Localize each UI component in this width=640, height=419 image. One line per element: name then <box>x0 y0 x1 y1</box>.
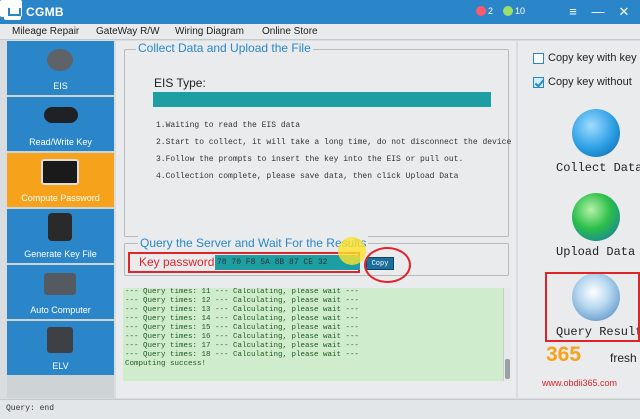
sidebar-item-read-write-key[interactable]: Read/Write Key <box>7 97 114 153</box>
title-bar: CGMB 2 10 182 ≡ — ✕ <box>0 0 640 24</box>
menu-gateway-rw[interactable]: GateWay R/W <box>96 26 160 37</box>
query-result-highlight <box>545 272 640 342</box>
collect-group: EIS Type: 1.Waiting to read the EIS data… <box>124 49 512 237</box>
key-password-field[interactable]: 78 70 F8 5A 8B 87 CE 32 <box>215 255 360 270</box>
copy-highlight-ring <box>364 247 411 283</box>
copy-key-with-checkbox[interactable] <box>533 53 544 64</box>
log-line: --- Query times: 16 --- Calculating, ple… <box>125 333 360 341</box>
log-line: --- Query times: 17 --- Calculating, ple… <box>125 342 360 350</box>
menu-wiring-diagram[interactable]: Wiring Diagram <box>175 26 244 37</box>
coin-icon <box>503 6 513 16</box>
collect-data-button[interactable]: Collect Data <box>546 109 640 181</box>
instruction-step: 4.Collection complete, please save data,… <box>156 172 459 181</box>
cursor-highlight <box>338 237 366 265</box>
ecu-icon <box>44 273 76 295</box>
status-bar: Query: end <box>0 399 640 419</box>
eis-type-label: EIS Type: <box>154 76 206 90</box>
upload-data-label: Upload Data <box>556 245 636 259</box>
sidebar-item-label: EIS <box>53 81 68 91</box>
watermark-logo-text: 365 <box>546 343 582 366</box>
watermark-url: www.obdii365.com <box>542 378 618 388</box>
sidebar: EIS Read/Write Key Compute Password Gene… <box>7 41 114 398</box>
menu-bar: Mileage Repair GateWay R/W Wiring Diagra… <box>0 24 640 40</box>
collect-data-label: Collect Data <box>556 161 640 175</box>
log-line: --- Query times: 18 --- Calculating, ple… <box>125 351 360 359</box>
instruction-step: 3.Follow the prompts to insert the key i… <box>156 155 464 164</box>
instruction-step: 1.Waiting to read the EIS data <box>156 121 301 130</box>
coins-indicator[interactable]: 10 <box>503 6 525 16</box>
monitor-icon <box>41 159 79 185</box>
sidebar-item-elv[interactable]: ELV <box>7 321 114 377</box>
log-line: --- Query times: 15 --- Calculating, ple… <box>125 324 360 332</box>
query-group-title: Query the Server and Wait For the Result… <box>138 236 369 250</box>
menu-icon[interactable]: ≡ <box>563 2 583 22</box>
key-password-label: Key password <box>139 255 215 269</box>
sidebar-item-generate-key-file[interactable]: Generate Key File <box>7 209 114 265</box>
instruction-step: 2.Start to collect, it will take a long … <box>156 138 512 147</box>
coins-count: 10 <box>515 6 526 16</box>
messages-indicator[interactable]: 2 <box>476 6 493 16</box>
minimize-icon[interactable]: — <box>588 2 608 22</box>
messages-count: 2 <box>488 6 494 16</box>
sidebar-item-label: ELV <box>52 361 69 371</box>
log-line: --- Query times: 12 --- Calculating, ple… <box>125 297 360 305</box>
eis-type-field <box>153 92 491 107</box>
log-line: --- Query times: 13 --- Calculating, ple… <box>125 306 360 314</box>
globe-icon <box>572 193 620 241</box>
usb-icon <box>572 109 620 157</box>
log-line: Computing success! <box>125 360 207 368</box>
key-file-icon <box>48 213 72 241</box>
action-panel: Copy key with key Copy key without Colle… <box>518 41 640 398</box>
sidebar-item-eis[interactable]: EIS <box>7 41 114 97</box>
app-logo-icon <box>4 3 21 20</box>
app-title: CGMB <box>26 5 64 19</box>
copy-key-without-checkbox[interactable] <box>533 77 544 88</box>
menu-mileage-repair[interactable]: Mileage Repair <box>12 26 79 37</box>
log-scroll-thumb[interactable] <box>505 359 510 379</box>
upload-data-button[interactable]: Upload Data <box>546 193 640 265</box>
watermark-logo: 365 <box>546 343 612 367</box>
sidebar-item-label: Generate Key File <box>24 249 97 259</box>
eis-icon <box>47 49 73 71</box>
menu-online-store[interactable]: Online Store <box>262 26 318 37</box>
query-log[interactable]: --- Query times: 11 --- Calculating, ple… <box>123 288 503 381</box>
collect-group-title: Collect Data and Upload the File <box>136 41 313 55</box>
log-line: --- Query times: 14 --- Calculating, ple… <box>125 315 360 323</box>
close-icon[interactable]: ✕ <box>614 2 634 22</box>
elv-icon <box>47 327 73 353</box>
sidebar-item-label: Read/Write Key <box>29 137 92 147</box>
sidebar-item-label: Auto Computer <box>30 305 91 315</box>
log-line: --- Query times: 11 --- Calculating, ple… <box>125 288 360 296</box>
refresh-button-label[interactable]: fresh <box>610 351 637 365</box>
copy-key-without-label: Copy key without <box>548 76 632 88</box>
sidebar-item-compute-password[interactable]: Compute Password <box>7 153 114 209</box>
main-panel: EIS Type: 1.Waiting to read the EIS data… <box>116 41 516 398</box>
key-icon <box>44 107 78 123</box>
sidebar-item-auto-computer[interactable]: Auto Computer <box>7 265 114 321</box>
copy-key-with-label: Copy key with key <box>548 52 637 64</box>
sidebar-item-label: Compute Password <box>21 193 100 203</box>
message-icon <box>476 6 486 16</box>
status-text: Query: end <box>6 404 55 413</box>
